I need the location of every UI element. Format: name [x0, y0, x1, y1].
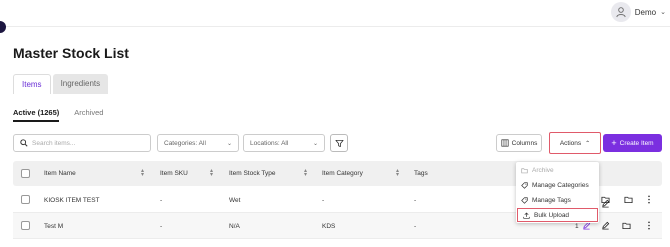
edit-icon[interactable] [601, 195, 610, 213]
subtab-active[interactable]: Active (1265) [13, 108, 60, 122]
filter-button[interactable] [330, 134, 348, 152]
menu-item-bulk-upload[interactable]: Bulk Upload [517, 208, 598, 222]
columns-icon [501, 139, 509, 147]
actions-dropdown: Archive Manage Categories Manage Tags Bu… [516, 162, 599, 223]
columns-label: Columns [511, 139, 538, 147]
create-item-label: Create Item [619, 139, 654, 147]
sort-icon[interactable]: ▴ ▾ [141, 168, 144, 178]
chevron-down-icon: ⌄ [312, 140, 318, 147]
top-bar: Demo ⌄ [0, 0, 670, 27]
search-icon [20, 139, 28, 147]
tab-items[interactable]: Items [13, 74, 51, 94]
user-icon [616, 7, 626, 18]
folder-icon[interactable] [624, 195, 633, 204]
cell-partial-value: 1 [575, 223, 579, 230]
plus-icon: + [611, 137, 617, 148]
cell-stock-type: Wet [229, 197, 241, 204]
cell-stock-type: N/A [229, 223, 240, 230]
actions-button[interactable]: Actions ⌃ [549, 132, 601, 154]
search-input[interactable] [32, 139, 142, 147]
cell-item-name: Test M [44, 223, 64, 230]
sort-icon[interactable]: ▴ ▾ [210, 168, 213, 178]
select-all-checkbox[interactable] [21, 169, 30, 178]
cell-category: - [322, 197, 325, 204]
menu-item-label: Manage Categories [532, 181, 589, 189]
header-item-stock-type[interactable]: Item Stock Type [229, 170, 275, 177]
chevron-up-icon: ⌃ [585, 140, 591, 147]
row-checkbox[interactable] [21, 195, 30, 204]
chevron-down-icon: ⌄ [226, 140, 232, 147]
header-item-name[interactable]: Item Name [44, 170, 76, 177]
more-icon[interactable] [646, 195, 652, 204]
menu-item-archive: Archive [516, 163, 599, 177]
more-icon[interactable] [646, 221, 652, 230]
edit-icon[interactable] [601, 221, 610, 230]
locations-select-value: Locations: All [250, 139, 289, 147]
tag-icon [521, 196, 528, 204]
sort-icon[interactable]: ▴ ▾ [304, 168, 307, 178]
row-checkbox[interactable] [21, 221, 30, 230]
folder-icon[interactable] [622, 221, 631, 230]
upload-icon [523, 212, 530, 219]
tag-icon [521, 181, 528, 189]
actions-label: Actions [559, 139, 582, 147]
categories-select[interactable]: Categories: All ⌄ [157, 134, 239, 152]
user-menu[interactable]: Demo ⌄ [610, 2, 666, 22]
edit-icon [602, 199, 610, 208]
avatar [610, 2, 631, 22]
cell-item-sku: - [160, 197, 163, 204]
status-tabs: Active (1265) Archived [13, 108, 103, 122]
chevron-down-icon: ⌄ [660, 9, 666, 16]
user-name: Demo [634, 7, 657, 17]
categories-select-value: Categories: All [164, 139, 206, 147]
cell-item-sku: - [160, 223, 163, 230]
locations-select[interactable]: Locations: All ⌄ [243, 134, 325, 152]
page-title: Master Stock List [13, 45, 129, 61]
tab-ingredients[interactable]: Ingredients [52, 74, 109, 94]
create-item-button[interactable]: + Create Item [603, 134, 662, 152]
menu-item-label: Archive [532, 166, 554, 174]
cell-category: KDS [322, 223, 336, 230]
menu-item-manage-tags[interactable]: Manage Tags [516, 193, 599, 207]
cell-tags: - [414, 197, 417, 204]
header-tags: Tags [414, 170, 428, 177]
menu-item-manage-categories[interactable]: Manage Categories [516, 178, 599, 192]
columns-button[interactable]: Columns [496, 134, 542, 152]
header-item-category[interactable]: Item Category [322, 170, 363, 177]
sort-icon[interactable]: ▴ ▾ [396, 168, 399, 178]
cell-item-name: KIOSK ITEM TEST [44, 197, 100, 204]
search-box [13, 134, 151, 152]
filter-icon [334, 139, 344, 147]
menu-item-label: Bulk Upload [534, 211, 570, 219]
menu-item-label: Manage Tags [532, 196, 571, 204]
subtab-archived[interactable]: Archived [74, 108, 103, 122]
cell-tags: - [414, 223, 417, 230]
tabs: Items Ingredients [13, 74, 109, 94]
header-item-sku[interactable]: Item SKU [160, 170, 188, 177]
archive-icon [521, 167, 528, 173]
